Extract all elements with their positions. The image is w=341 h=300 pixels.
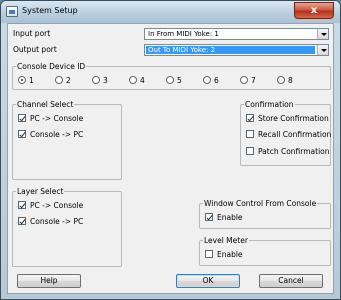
checkbox[interactable] [18, 130, 26, 138]
checkbox-label: Patch Confirmation [258, 147, 330, 156]
radio-button[interactable] [18, 76, 26, 84]
device-id-option-label: 7 [251, 76, 256, 85]
output-port-select[interactable]: Out To MIDI Yoke: 2 [144, 44, 329, 56]
input-port-label: Input port [13, 29, 51, 38]
confirmation-title: Confirmation [244, 100, 295, 109]
checkbox[interactable] [205, 250, 213, 258]
layer-select-title: Layer Select [16, 187, 65, 196]
radio-button[interactable] [240, 76, 248, 84]
checkbox[interactable] [246, 147, 254, 155]
device-id-option-label: 6 [214, 76, 219, 85]
dialog-client-area: Input port In From MIDI Yoke: 1 Output p… [7, 23, 334, 294]
radio-button[interactable] [166, 76, 174, 84]
help-button[interactable]: Help [17, 274, 81, 288]
channel-select-title: Channel Select [16, 100, 75, 109]
checkbox-label: Enable [217, 213, 243, 222]
checkbox-label: Store Confirmation [258, 114, 329, 123]
device-id-option-label: 2 [66, 76, 71, 85]
input-port-select[interactable]: In From MIDI Yoke: 1 [144, 28, 329, 40]
device-id-option-label: 3 [103, 76, 108, 85]
ok-button[interactable]: OK [176, 274, 240, 288]
radio-button[interactable] [277, 76, 285, 84]
device-id-option-label: 8 [288, 76, 293, 85]
radio-button[interactable] [55, 76, 63, 84]
close-button[interactable]: x [294, 2, 334, 19]
output-port-value: Out To MIDI Yoke: 2 [146, 46, 315, 54]
radio-button[interactable] [203, 76, 211, 84]
radio-button[interactable] [92, 76, 100, 84]
output-port-label: Output port [13, 45, 57, 54]
cancel-button[interactable]: Cancel [259, 274, 323, 288]
window-title: System Setup [22, 6, 78, 15]
checkbox[interactable] [18, 217, 26, 225]
checkbox-label: Console -> PC [30, 217, 84, 226]
device-id-option-label: 1 [29, 76, 34, 85]
title-bar[interactable]: System Setup x [1, 1, 340, 23]
checkbox[interactable] [18, 201, 26, 209]
level-meter-title: Level Meter [203, 236, 249, 245]
checkbox[interactable] [246, 130, 254, 138]
system-setup-window: System Setup x Input port In From MIDI Y… [0, 0, 341, 300]
checkbox[interactable] [246, 114, 254, 122]
checkbox-label: Enable [217, 250, 243, 259]
chevron-down-icon[interactable] [317, 45, 328, 55]
radio-button[interactable] [129, 76, 137, 84]
input-port-value: In From MIDI Yoke: 1 [148, 30, 219, 38]
app-window-icon [6, 6, 18, 17]
checkbox-label: Console -> PC [30, 130, 84, 139]
checkbox[interactable] [205, 213, 213, 221]
window-control-title: Window Control From Console [203, 199, 318, 208]
console-device-id-title: Console Device ID [16, 62, 87, 71]
device-id-option-label: 4 [140, 76, 145, 85]
device-id-option-label: 5 [177, 76, 182, 85]
checkbox-label: PC -> Console [30, 201, 84, 210]
checkbox[interactable] [18, 114, 26, 122]
chevron-down-icon[interactable] [317, 29, 328, 39]
checkbox-label: PC -> Console [30, 114, 84, 123]
checkbox-label: Recall Confirmation [258, 130, 332, 139]
